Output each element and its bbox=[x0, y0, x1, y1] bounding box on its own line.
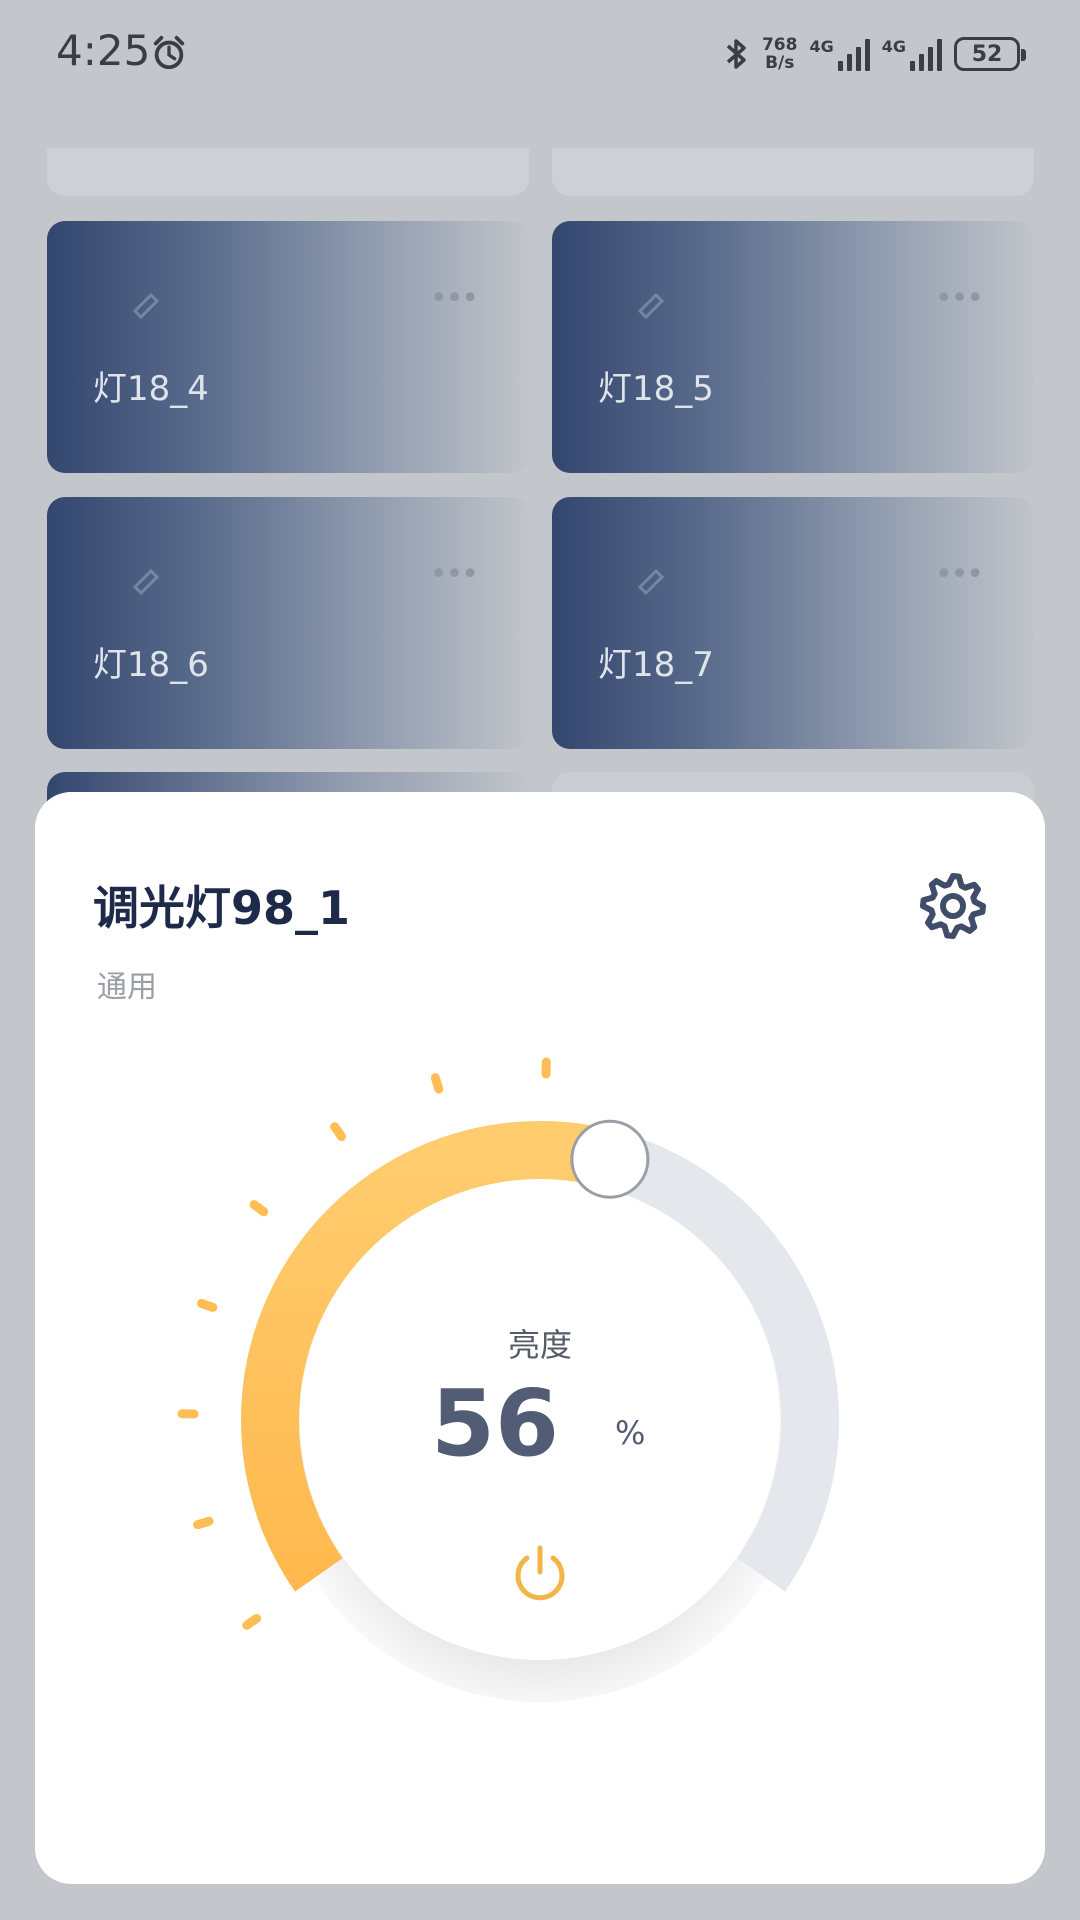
sim2-type: 4G bbox=[881, 37, 906, 56]
dial-tick bbox=[430, 1073, 444, 1094]
signal-icon: 4G bbox=[882, 37, 942, 71]
net-speed-value: 768 bbox=[761, 35, 798, 55]
card-partial[interactable] bbox=[47, 148, 529, 196]
battery-icon: 52 bbox=[954, 37, 1026, 71]
dial-knob[interactable] bbox=[570, 1119, 650, 1199]
more-icon[interactable]: ••• bbox=[430, 557, 479, 592]
device-control-sheet: 调光灯98_1 通用 亮度 56 % bbox=[35, 792, 1045, 1884]
device-name: 灯18_7 bbox=[598, 645, 714, 685]
brightness-value: 56 bbox=[430, 1370, 560, 1477]
battery-level: 52 bbox=[971, 41, 1003, 67]
status-bar: 4:25 768 B/s 4G 4G 52 bbox=[0, 0, 1080, 108]
device-name: 灯18_6 bbox=[93, 645, 209, 685]
net-speed: 768 B/s bbox=[762, 36, 798, 72]
status-time: 4:25 bbox=[56, 26, 151, 75]
sim1-type: 4G bbox=[809, 37, 834, 56]
device-card[interactable]: ••• 灯18_6 bbox=[47, 497, 529, 749]
device-card[interactable]: ••• 灯18_7 bbox=[552, 497, 1034, 749]
card-partial[interactable] bbox=[552, 148, 1034, 196]
device-card[interactable]: ••• 灯18_4 bbox=[47, 221, 529, 473]
bluetooth-icon bbox=[726, 39, 746, 69]
device-name: 灯18_5 bbox=[598, 369, 714, 409]
light-icon bbox=[132, 292, 160, 320]
light-icon bbox=[637, 292, 665, 320]
light-icon bbox=[132, 568, 160, 596]
light-icon bbox=[637, 568, 665, 596]
power-icon[interactable] bbox=[509, 1542, 571, 1604]
signal-icon: 4G bbox=[809, 37, 870, 71]
dial-tick bbox=[242, 1613, 262, 1630]
more-icon[interactable]: ••• bbox=[935, 281, 984, 316]
brightness-unit: % bbox=[615, 1414, 646, 1452]
status-icons: 768 B/s 4G 4G 52 bbox=[724, 30, 1026, 78]
dial-tick bbox=[330, 1122, 347, 1142]
more-icon[interactable]: ••• bbox=[935, 557, 984, 592]
dial-tick bbox=[249, 1200, 269, 1217]
net-speed-unit: B/s bbox=[765, 53, 795, 73]
device-name: 灯18_4 bbox=[93, 369, 209, 409]
dial-tick bbox=[197, 1298, 218, 1312]
device-card[interactable]: ••• 灯18_5 bbox=[552, 221, 1034, 473]
dial-label: 亮度 bbox=[507, 1326, 572, 1364]
dial-tick bbox=[193, 1516, 214, 1530]
more-icon[interactable]: ••• bbox=[430, 281, 479, 316]
alarm-icon bbox=[153, 35, 185, 70]
